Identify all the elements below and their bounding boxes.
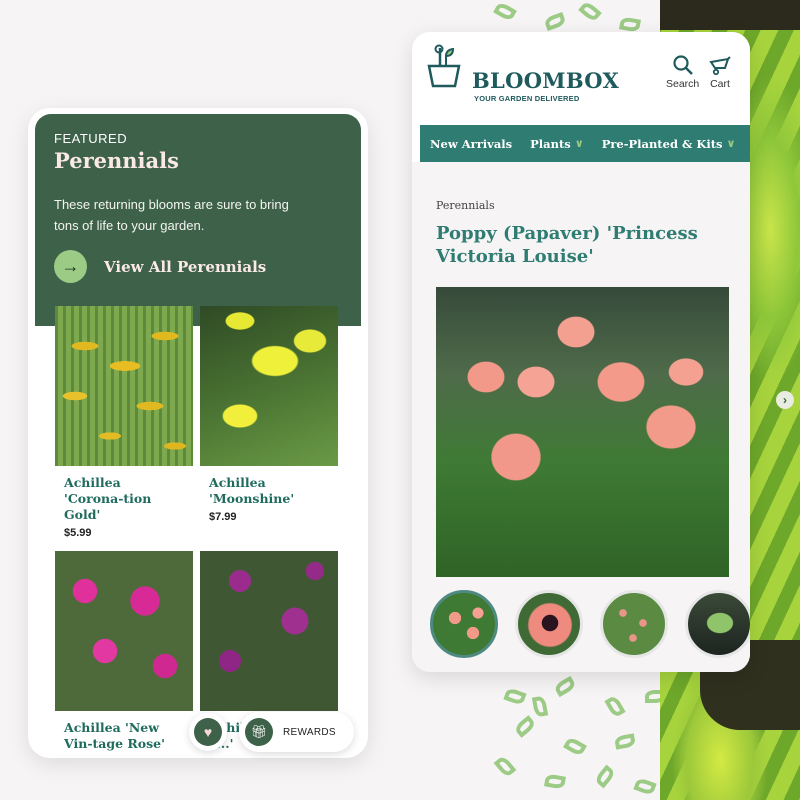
leaf-pattern-shape xyxy=(503,686,527,707)
leaf-pattern-shape xyxy=(553,675,577,698)
product-detail-screen: BLOOMBOX YOUR GARDEN DELIVERED Search Ca… xyxy=(412,32,750,672)
breadcrumb[interactable]: Perennials xyxy=(436,199,495,212)
leaf-pattern-shape xyxy=(563,735,587,758)
view-all-label: View All Perennials xyxy=(104,257,267,276)
featured-banner: FEATURED Perennials These returning bloo… xyxy=(35,114,361,326)
leaf-pattern-shape xyxy=(604,694,626,719)
gift-icon: 🎁︎ xyxy=(245,718,273,746)
nav-label: New Arrivals xyxy=(430,136,513,151)
image-thumbnails xyxy=(430,590,750,658)
thumbnail-1[interactable] xyxy=(430,590,498,658)
cart-button[interactable]: Cart xyxy=(709,54,731,90)
leaf-pattern-shape xyxy=(531,695,549,718)
product-title: Poppy (Papaver) 'Princess Victoria Louis… xyxy=(436,223,698,267)
product-name: Achillea 'Moonshine' xyxy=(209,475,295,506)
thumbnail-3[interactable] xyxy=(600,590,668,658)
product-name: Achillea 'Corona-tion Gold' xyxy=(64,475,152,522)
thumbnail-4[interactable] xyxy=(685,590,750,658)
leaf-pattern-shape xyxy=(493,0,517,23)
featured-description: These returning blooms are sure to bring… xyxy=(54,197,289,233)
product-price: $5.99 xyxy=(64,527,92,539)
featured-eyebrow: FEATURED xyxy=(54,131,128,146)
view-all-perennials-link[interactable]: → View All Perennials xyxy=(54,250,266,283)
product-image xyxy=(200,306,338,466)
product-card[interactable]: Achillea 'New Vin-tage Rose' xyxy=(55,551,193,752)
product-image xyxy=(55,306,193,466)
nav-label: Pre-Planted & Kits xyxy=(601,136,723,151)
featured-collection-screen: FEATURED Perennials These returning bloo… xyxy=(28,108,368,758)
leaf-pattern-shape xyxy=(493,754,517,779)
site-header: BLOOMBOX YOUR GARDEN DELIVERED Search Ca… xyxy=(412,32,750,124)
product-card[interactable]: Achillea 'Corona-tion Gold' $5.99 xyxy=(55,306,193,539)
chevron-down-icon: ∨ xyxy=(574,137,584,150)
nav-label: Plants xyxy=(530,136,571,151)
product-name: Achillea 'New Vin-tage Rose' xyxy=(64,720,165,751)
rewards-label: REWARDS xyxy=(283,726,336,738)
leaf-pattern-shape xyxy=(578,0,602,23)
nav-pre-planted-kits[interactable]: Pre-Planted & Kits ∨ xyxy=(602,137,736,151)
carousel-next-button[interactable]: › xyxy=(776,391,794,409)
leaf-pattern-shape xyxy=(544,773,566,790)
chevron-right-icon: › xyxy=(783,393,787,407)
main-navigation: New Arrivals Plants ∨ Pre-Planted & Kits ∨… xyxy=(420,125,750,162)
brand-logo[interactable] xyxy=(426,44,462,88)
heart-icon: ♥ xyxy=(194,718,222,746)
featured-title: Perennials xyxy=(54,148,179,173)
leaf-pattern-shape xyxy=(619,16,641,33)
product-detail: Perennials Poppy (Papaver) 'Princess Vic… xyxy=(412,162,750,672)
brand-tagline: YOUR GARDEN DELIVERED xyxy=(474,94,580,103)
search-label: Search xyxy=(666,78,700,90)
product-main-image[interactable] xyxy=(436,287,729,577)
leaf-pattern-shape xyxy=(614,733,636,750)
product-card[interactable]: Achillea 'Moonshine' $7.99 xyxy=(200,306,338,523)
leaf-pattern-shape xyxy=(593,764,617,789)
nav-plants[interactable]: Plants ∨ xyxy=(530,137,584,151)
brand-name: BLOOMBOX xyxy=(472,68,620,93)
plant-pot-logo-icon xyxy=(427,44,461,88)
search-button[interactable]: Search xyxy=(666,54,699,90)
product-price: $7.99 xyxy=(209,511,237,523)
leaf-pattern-shape xyxy=(633,776,657,797)
rewards-button[interactable]: 🎁︎ REWARDS xyxy=(239,712,354,752)
leaf-pattern-shape xyxy=(543,11,567,32)
cart-label: Cart xyxy=(710,78,730,90)
leaf-pattern-shape xyxy=(513,715,537,738)
cart-icon xyxy=(709,56,731,76)
arrow-right-icon: → xyxy=(54,250,87,283)
product-image xyxy=(55,551,193,711)
thumbnail-2[interactable] xyxy=(515,590,583,658)
search-icon xyxy=(673,55,693,75)
chevron-down-icon: ∨ xyxy=(726,137,736,150)
nav-new-arrivals[interactable]: New Arrivals xyxy=(430,137,512,151)
wishlist-button[interactable]: ♥ xyxy=(189,713,227,751)
product-image xyxy=(200,551,338,711)
